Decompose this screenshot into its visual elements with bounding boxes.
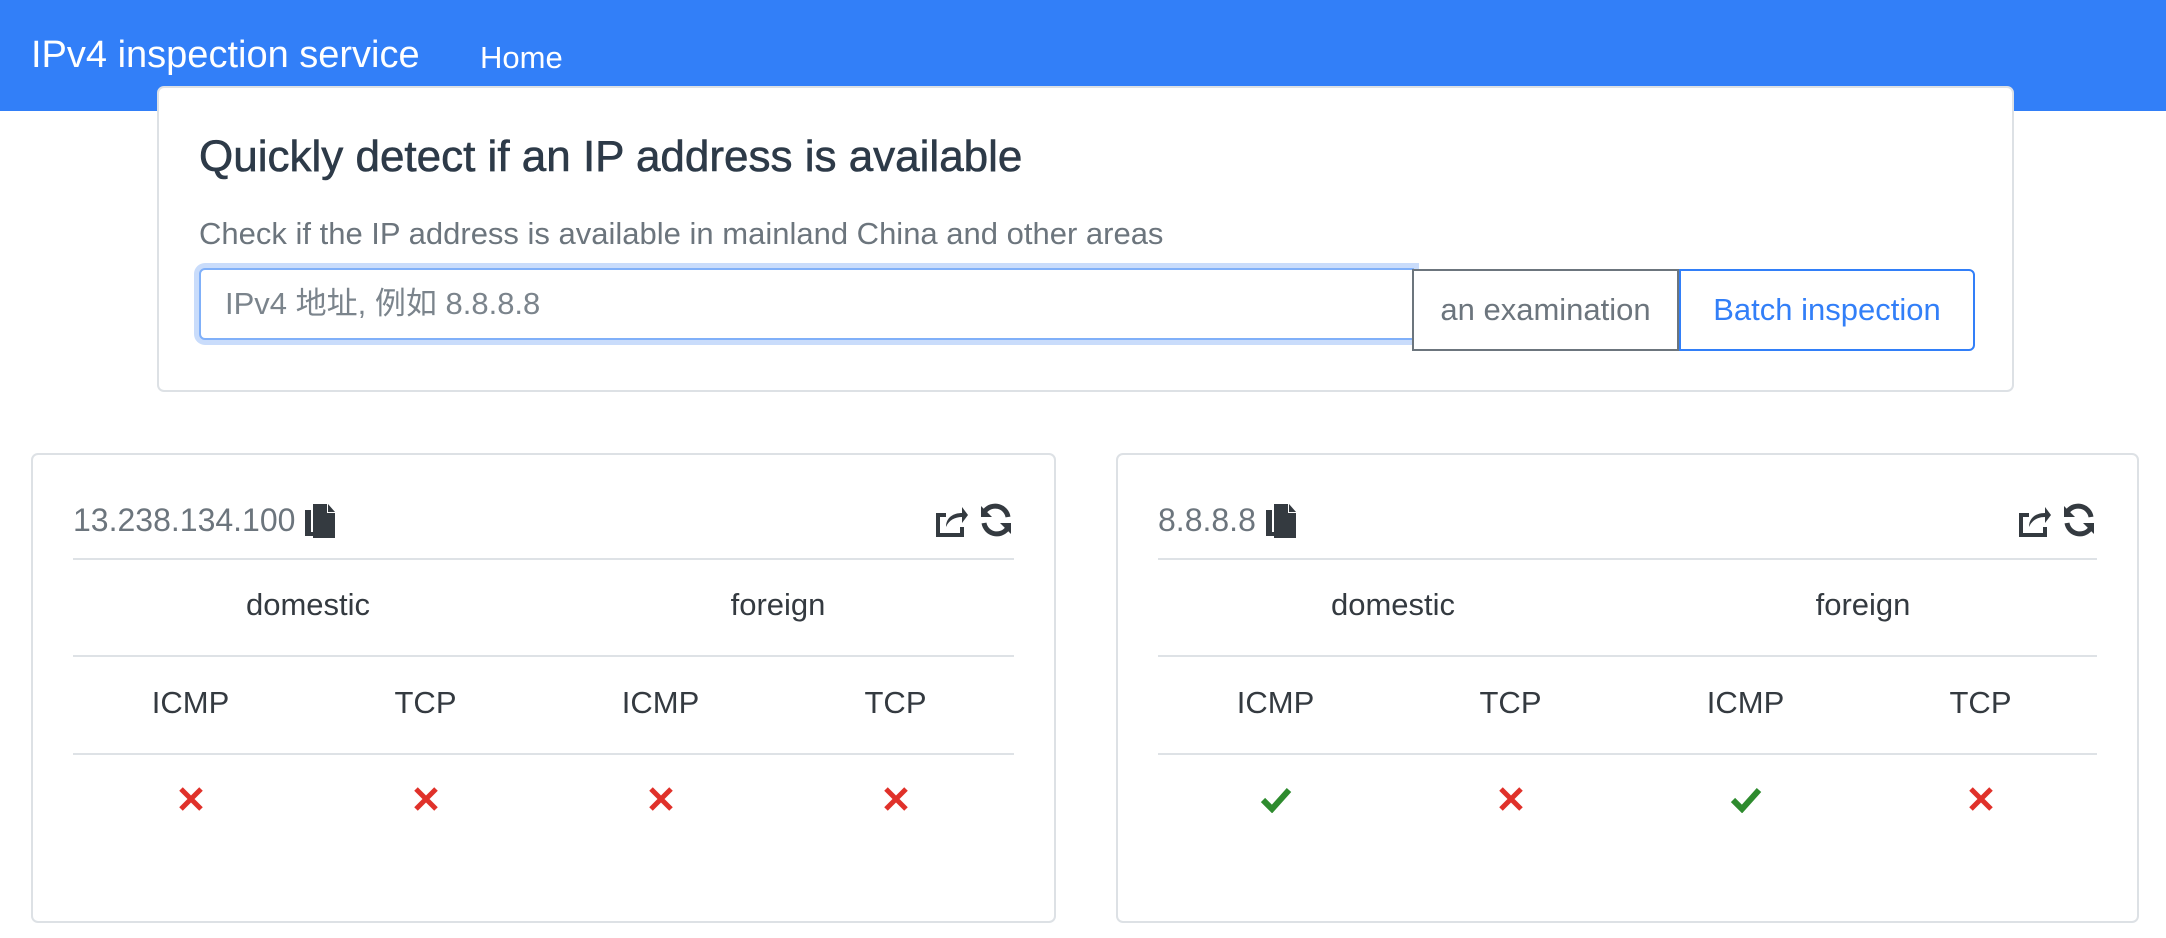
protocol-header: ICMP [151,685,230,720]
divider [1158,655,2097,657]
result-cell [1863,785,2098,813]
divider [1158,753,2097,755]
cross-icon [648,787,673,811]
ip-address: 13.238.134.100 [73,502,296,538]
refresh-icon[interactable] [978,503,1014,537]
cross-icon [413,787,438,811]
protocol-header: ICMP [621,685,700,720]
share-icon[interactable] [932,503,968,537]
page-subtitle: Check if the IP address is available in … [199,216,1164,251]
result-card: 8.8.8.8 domestic foreign ICMP TCP ICMP T… [1116,453,2139,923]
copy-icon[interactable] [305,503,336,538]
result-cell [1628,785,1863,814]
divider [73,655,1014,657]
divider [73,753,1014,755]
cross-icon [883,787,908,811]
cross-icon [178,787,203,811]
protocol-header: TCP [1479,685,1542,720]
result-cell [1393,785,1628,813]
result-cell [1158,785,1393,814]
divider [1158,558,2097,560]
examine-button[interactable]: an examination [1412,269,1679,351]
protocol-header: TCP [394,685,457,720]
result-cell [308,785,543,813]
protocol-header: TCP [864,685,927,720]
cross-icon [1968,787,1993,811]
group-header-domestic: domestic [245,587,371,622]
group-header-domestic: domestic [1330,587,1456,622]
copy-icon[interactable] [1265,503,1296,538]
refresh-icon[interactable] [2061,503,2097,537]
result-cell [778,785,1013,813]
check-icon [1260,787,1291,814]
ip-address: 8.8.8.8 [1158,502,1256,538]
share-icon[interactable] [2015,503,2051,537]
ip-input[interactable] [199,268,1414,340]
protocol-header: ICMP [1236,685,1315,720]
protocol-header: ICMP [1706,685,1785,720]
result-card: 13.238.134.100 domestic foreign ICMP TCP… [31,453,1056,923]
result-cell [543,785,778,813]
group-header-foreign: foreign [1815,587,1911,622]
group-header-foreign: foreign [730,587,826,622]
brand-link[interactable]: IPv4 inspection service [31,34,420,77]
search-panel: Quickly detect if an IP address is avail… [157,86,2014,392]
protocol-header: TCP [1949,685,2012,720]
cross-icon [1498,787,1523,811]
divider [73,558,1014,560]
nav-home-link[interactable]: Home [480,40,563,76]
check-icon [1730,787,1761,814]
result-cell [73,785,308,813]
page-title: Quickly detect if an IP address is avail… [199,132,1023,182]
batch-inspection-button[interactable]: Batch inspection [1679,269,1975,351]
